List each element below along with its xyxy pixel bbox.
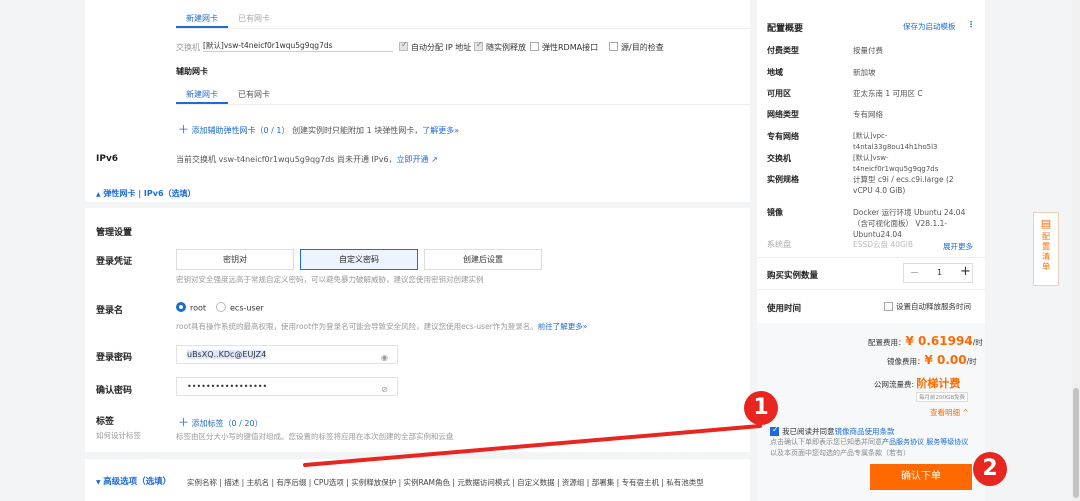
annotation-arrow bbox=[303, 424, 762, 467]
annotation-badge-2: 2 bbox=[973, 452, 1007, 486]
annotation-badge-1: 1 bbox=[744, 391, 778, 425]
scrollbar-thumb[interactable] bbox=[1073, 388, 1079, 498]
